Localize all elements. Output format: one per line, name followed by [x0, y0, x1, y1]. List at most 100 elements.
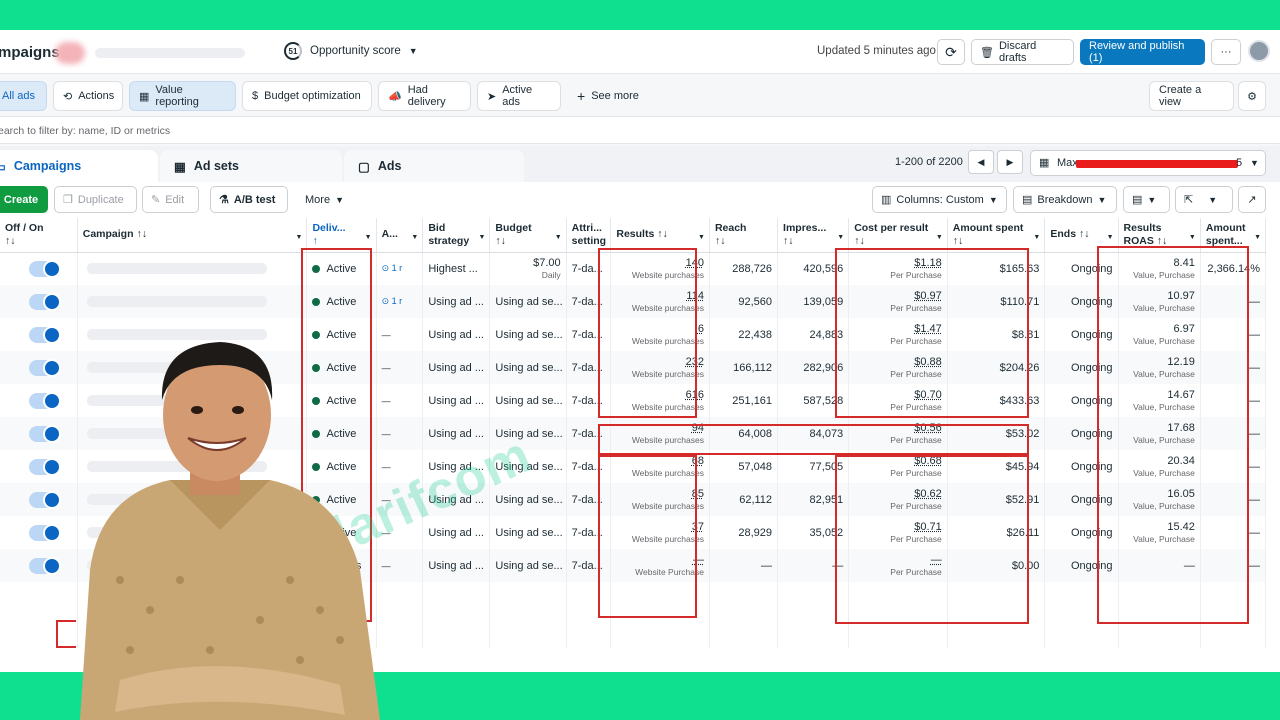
toggle-cell[interactable] — [0, 417, 78, 450]
filter-value-reporting[interactable]: ▦ Value reporting — [129, 81, 236, 111]
cpr-value[interactable]: $0.88 — [854, 355, 942, 369]
cpr-value[interactable]: — — [854, 553, 942, 567]
campaign-name-cell[interactable] — [77, 516, 308, 549]
next-page-button[interactable]: ▶ — [997, 150, 1023, 174]
settings-sliders-button[interactable]: ⚙ — [1238, 81, 1266, 111]
results-value[interactable]: 94 — [616, 421, 704, 435]
duplicate-button[interactable]: ❐ Duplicate — [54, 186, 137, 213]
toggle-cell[interactable] — [0, 450, 78, 483]
campaign-toggle[interactable] — [29, 358, 61, 377]
edit-button[interactable]: ✎ Edit — [142, 186, 199, 213]
results-value[interactable]: — — [616, 553, 704, 567]
toggle-cell[interactable] — [0, 549, 78, 582]
charts-button[interactable]: ↗ — [1238, 186, 1266, 213]
col-delivery[interactable]: Deliv... ↑ ▼ — [306, 218, 377, 253]
col-campaign[interactable]: Campaign ↑↓ ▼ — [77, 218, 308, 253]
cpr-value[interactable]: $0.62 — [854, 487, 942, 501]
results-value[interactable]: 85 — [616, 487, 704, 501]
toggle-cell[interactable] — [0, 252, 78, 285]
ab-test-button[interactable]: ⚗ A/B test — [210, 186, 288, 213]
results-value[interactable]: 6 — [616, 322, 704, 336]
campaign-name-cell[interactable] — [77, 384, 308, 417]
col-cost-per-result[interactable]: Cost per result ↑↓ ▼ — [848, 218, 948, 253]
discard-drafts-button[interactable]: 🗑 Discard drafts — [971, 39, 1074, 65]
col-offon[interactable]: Off / On ↑↓ — [0, 218, 78, 253]
col-results-roas[interactable]: Results ROAS ↑↓ ▼ — [1118, 218, 1201, 253]
campaign-name-cell[interactable] — [77, 549, 308, 582]
campaign-toggle[interactable] — [29, 424, 61, 443]
results-value[interactable]: 140 — [616, 256, 704, 270]
results-value[interactable]: 37 — [616, 520, 704, 534]
cpr-value[interactable]: $0.70 — [854, 388, 942, 402]
filter-active-ads[interactable]: ➤ Active ads — [477, 81, 561, 111]
campaign-name-cell[interactable] — [77, 417, 308, 450]
table-row[interactable]: Active — Using ad ... Using ad se... 7-da...… — [0, 417, 1267, 450]
results-value[interactable]: 616 — [616, 388, 704, 402]
toggle-cell[interactable] — [0, 318, 78, 351]
toggle-cell[interactable] — [0, 384, 78, 417]
table-row[interactable]: Active — Using ad ... Using ad se... 7-da...… — [0, 450, 1267, 483]
filter-all-ads[interactable]: All ads — [0, 81, 47, 111]
account-avatar-blurred[interactable] — [55, 42, 85, 64]
search-bar[interactable]: earch to filter by: name, ID or metrics — [0, 116, 1280, 144]
campaign-name-cell[interactable] — [77, 483, 308, 516]
table-row[interactable]: Active — Using ad ... Using ad se... 7-da...… — [0, 318, 1267, 351]
date-range-picker[interactable]: ▦ Max 5 ▼ — [1030, 150, 1266, 176]
cpr-value[interactable]: $0.56 — [854, 421, 942, 435]
table-row[interactable]: No ads — Using ad ... Using ad se... 7-da...… — [0, 549, 1267, 582]
columns-button[interactable]: ▥ Columns: Custom ▼ — [872, 186, 1007, 213]
col-attribution[interactable]: Attri... setting — [566, 218, 612, 253]
campaign-name-cell[interactable] — [77, 252, 308, 285]
more-actions-button[interactable]: More ▼ — [297, 186, 352, 213]
table-row[interactable]: Active — Using ad ... Using ad se... 7-da...… — [0, 483, 1267, 516]
cpr-value[interactable]: $0.68 — [854, 454, 942, 468]
col-budget[interactable]: Budget ↑↓ ▼ — [489, 218, 567, 253]
campaign-toggle[interactable] — [29, 325, 61, 344]
toggle-cell[interactable] — [0, 483, 78, 516]
create-view-button[interactable]: Create a view — [1149, 81, 1234, 111]
see-more-button[interactable]: + See more — [568, 81, 648, 111]
breakdown-button[interactable]: ▤ Breakdown ▼ — [1013, 186, 1117, 213]
table-row[interactable]: Active ⊙ 1 r Highest ... $7.00 Daily 7-da... 1… — [0, 252, 1267, 285]
campaign-name-cell[interactable] — [77, 351, 308, 384]
user-avatar[interactable] — [1248, 40, 1270, 62]
create-button[interactable]: Create — [0, 186, 48, 213]
col-reach[interactable]: Reach ↑↓ — [709, 218, 779, 253]
results-value[interactable]: 232 — [616, 355, 704, 369]
table-row[interactable]: Active — Using ad ... Using ad se... 7-da...… — [0, 351, 1267, 384]
campaign-toggle[interactable] — [29, 556, 61, 575]
reports-button[interactable]: ▤ ▼ — [1123, 186, 1170, 213]
opportunity-score[interactable]: 51 Opportunity score ▼ — [284, 42, 418, 60]
campaign-toggle[interactable] — [29, 523, 61, 542]
cpr-value[interactable]: $1.18 — [854, 256, 942, 270]
col-bid-strategy[interactable]: Bid strategy ▼ — [422, 218, 491, 253]
table-row[interactable]: Active — Using ad ... Using ad se... 7-da...… — [0, 384, 1267, 417]
tab-ads[interactable]: ▢ Ads — [344, 150, 524, 182]
campaign-name-cell[interactable] — [77, 318, 308, 351]
tab-campaigns[interactable]: ▭ Campaigns — [0, 150, 158, 182]
filter-actions[interactable]: ⟲ Actions — [53, 81, 123, 111]
filter-budget-optimization[interactable]: $ Budget optimization — [242, 81, 372, 111]
table-row[interactable]: Active — Using ad ... Using ad se... 7-da...… — [0, 516, 1267, 549]
filter-had-delivery[interactable]: 📣 Had delivery — [378, 81, 471, 111]
campaign-toggle[interactable] — [29, 490, 61, 509]
cpr-value[interactable]: $0.71 — [854, 520, 942, 534]
campaign-toggle[interactable] — [29, 259, 61, 278]
toggle-cell[interactable] — [0, 285, 78, 318]
cpr-value[interactable]: $1.47 — [854, 322, 942, 336]
campaign-toggle[interactable] — [29, 457, 61, 476]
toggle-cell[interactable] — [0, 516, 78, 549]
more-options-button[interactable]: ··· — [1211, 39, 1241, 65]
campaign-toggle[interactable] — [29, 391, 61, 410]
cpr-value[interactable]: $0.97 — [854, 289, 942, 303]
results-value[interactable]: 114 — [616, 289, 704, 303]
prev-page-button[interactable]: ◀ — [968, 150, 994, 174]
search-input[interactable]: earch to filter by: name, ID or metrics — [0, 125, 170, 137]
tab-ad-sets[interactable]: ▦ Ad sets — [160, 150, 342, 182]
toggle-cell[interactable] — [0, 351, 78, 384]
review-publish-button[interactable]: Review and publish (1) — [1080, 39, 1205, 65]
col-amount-spent[interactable]: Amount spent ↑↓ ▼ — [947, 218, 1046, 253]
campaign-name-cell[interactable] — [77, 285, 308, 318]
col-amount-spent-2[interactable]: Amount spent... ▼ — [1200, 218, 1267, 253]
col-ends[interactable]: Ends ↑↓ ▼ — [1044, 218, 1119, 253]
